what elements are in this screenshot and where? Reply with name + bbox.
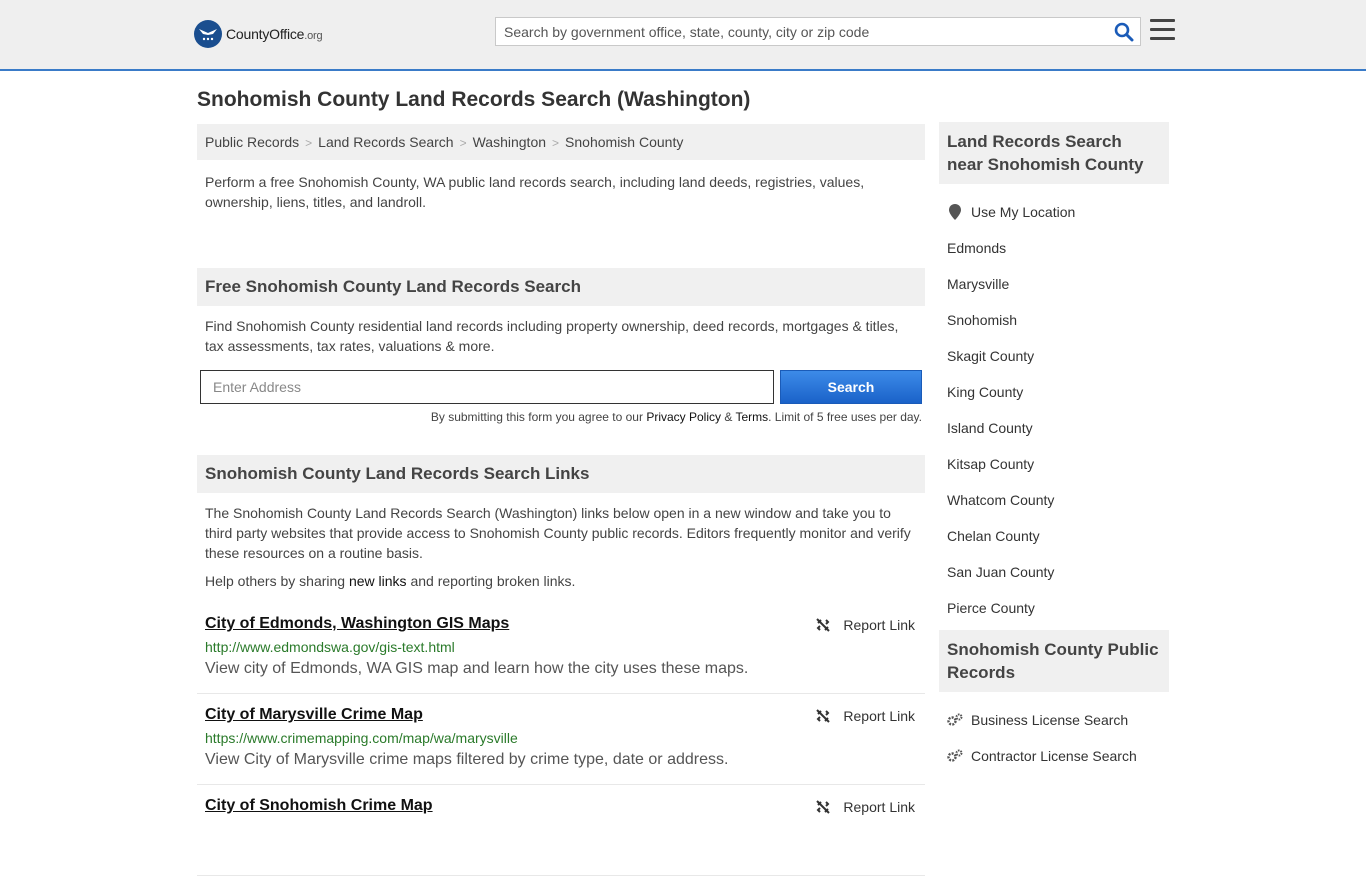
link-description: View City of Marysville crime maps filte… <box>205 751 729 768</box>
sidebar-item-whatcom-county[interactable]: Whatcom County <box>947 482 1161 518</box>
sidebar-item-edmonds[interactable]: Edmonds <box>947 230 1161 266</box>
report-link-button[interactable]: Report Link <box>815 799 915 815</box>
new-links-link[interactable]: new links <box>349 573 407 589</box>
links-section-text: The Snohomish County Land Records Search… <box>205 505 911 561</box>
eagle-logo-icon <box>194 20 222 48</box>
public-records-list: Business License Search Contractor Licen… <box>939 692 1169 774</box>
broken-link-icon <box>816 618 831 632</box>
site-search-input[interactable] <box>496 18 1096 45</box>
site-header: CountyOffice.org <box>0 0 1366 71</box>
free-search-heading: Free Snohomish County Land Records Searc… <box>197 268 925 306</box>
nearby-link[interactable]: Skagit County <box>947 348 1034 364</box>
nearby-link[interactable]: Edmonds <box>947 240 1006 256</box>
broken-link-icon <box>816 709 831 723</box>
links-section-heading: Snohomish County Land Records Search Lin… <box>197 455 925 493</box>
nearby-list: Use My Location Edmonds Marysville Snoho… <box>939 184 1169 626</box>
intro-text: Perform a free Snohomish County, WA publ… <box>205 174 865 210</box>
breadcrumb-separator: > <box>552 136 560 150</box>
sidebar-item-pierce-county[interactable]: Pierce County <box>947 590 1161 626</box>
share-text: Help others by sharing new links and rep… <box>205 573 576 589</box>
nearby-link[interactable]: Chelan County <box>947 528 1040 544</box>
sidebar-item-island-county[interactable]: Island County <box>947 410 1161 446</box>
public-records-heading: Snohomish County Public Records <box>939 630 1169 692</box>
sidebar-item-chelan-county[interactable]: Chelan County <box>947 518 1161 554</box>
report-link-button[interactable]: Report Link <box>815 617 915 633</box>
nearby-link[interactable]: Kitsap County <box>947 456 1034 472</box>
address-search-form: Search <box>197 370 925 414</box>
sidebar-item-skagit-county[interactable]: Skagit County <box>947 338 1161 374</box>
sidebar-item-contractor-license[interactable]: Contractor License Search <box>947 738 1161 774</box>
sidebar-item-king-county[interactable]: King County <box>947 374 1161 410</box>
nearby-heading: Land Records Search near Snohomish Count… <box>939 122 1169 184</box>
list-item: City of Edmonds, Washington GIS Maps htt… <box>197 603 925 694</box>
map-pin-icon <box>949 204 961 220</box>
address-search-button[interactable]: Search <box>780 370 922 404</box>
page-title: Snohomish County Land Records Search (Wa… <box>197 88 751 111</box>
gears-icon <box>947 713 963 727</box>
nearby-link[interactable]: Pierce County <box>947 600 1035 616</box>
use-location-link[interactable]: Use My Location <box>971 204 1075 220</box>
sidebar: Land Records Search near Snohomish Count… <box>939 122 1169 774</box>
search-icon[interactable] <box>1114 22 1134 42</box>
nearby-link[interactable]: King County <box>947 384 1023 400</box>
link-title[interactable]: City of Marysville Crime Map <box>205 706 423 723</box>
contractor-license-link[interactable]: Contractor License Search <box>971 748 1137 764</box>
link-url: http://www.edmondswa.gov/gis-text.html <box>205 639 455 655</box>
list-item: City of Marysville Crime Map https://www… <box>197 694 925 785</box>
sidebar-item-kitsap-county[interactable]: Kitsap County <box>947 446 1161 482</box>
address-input[interactable] <box>200 370 774 404</box>
use-location-item[interactable]: Use My Location <box>947 194 1161 230</box>
site-logo[interactable]: CountyOffice.org <box>194 20 323 48</box>
nearby-link[interactable]: Island County <box>947 420 1033 436</box>
sidebar-item-marysville[interactable]: Marysville <box>947 266 1161 302</box>
broken-link-icon <box>816 800 831 814</box>
sidebar-item-san-juan-county[interactable]: San Juan County <box>947 554 1161 590</box>
breadcrumb-separator: > <box>459 136 467 150</box>
form-disclaimer: By submitting this form you agree to our… <box>430 410 922 424</box>
breadcrumb: Public Records > Land Records Search > Washi… <box>197 124 925 160</box>
breadcrumb-separator: > <box>305 136 313 150</box>
list-item: City of Snohomish Crime Map Report Link <box>197 785 925 876</box>
free-search-text: Find Snohomish County residential land r… <box>205 318 899 354</box>
breadcrumb-public-records[interactable]: Public Records <box>205 134 299 150</box>
breadcrumb-current: Snohomish County <box>565 134 684 150</box>
nearby-link[interactable]: Marysville <box>947 276 1009 292</box>
breadcrumb-washington[interactable]: Washington <box>473 134 546 150</box>
sidebar-item-business-license[interactable]: Business License Search <box>947 702 1161 738</box>
link-description: View city of Edmonds, WA GIS map and lea… <box>205 660 749 677</box>
nearby-link[interactable]: Snohomish <box>947 312 1017 328</box>
gears-icon <box>947 749 963 763</box>
report-link-button[interactable]: Report Link <box>815 708 915 724</box>
link-url: https://www.crimemapping.com/map/wa/mary… <box>205 730 518 746</box>
breadcrumb-land-records[interactable]: Land Records Search <box>318 134 453 150</box>
site-search <box>495 17 1141 46</box>
sidebar-item-snohomish[interactable]: Snohomish <box>947 302 1161 338</box>
business-license-link[interactable]: Business License Search <box>971 712 1128 728</box>
nearby-link[interactable]: San Juan County <box>947 564 1054 580</box>
nearby-link[interactable]: Whatcom County <box>947 492 1054 508</box>
link-title[interactable]: City of Edmonds, Washington GIS Maps <box>205 615 509 632</box>
hamburger-menu-icon[interactable] <box>1150 19 1175 41</box>
main-content: Public Records > Land Records Search > Washi… <box>197 124 925 876</box>
link-title[interactable]: City of Snohomish Crime Map <box>205 797 433 814</box>
logo-text: CountyOffice.org <box>226 26 323 42</box>
